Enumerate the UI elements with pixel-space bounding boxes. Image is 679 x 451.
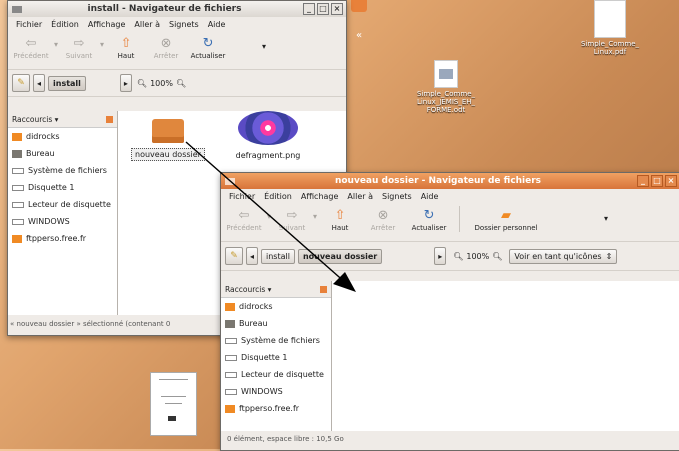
drag-arrow-line: [185, 141, 348, 285]
drag-arrow: [185, 141, 356, 292]
